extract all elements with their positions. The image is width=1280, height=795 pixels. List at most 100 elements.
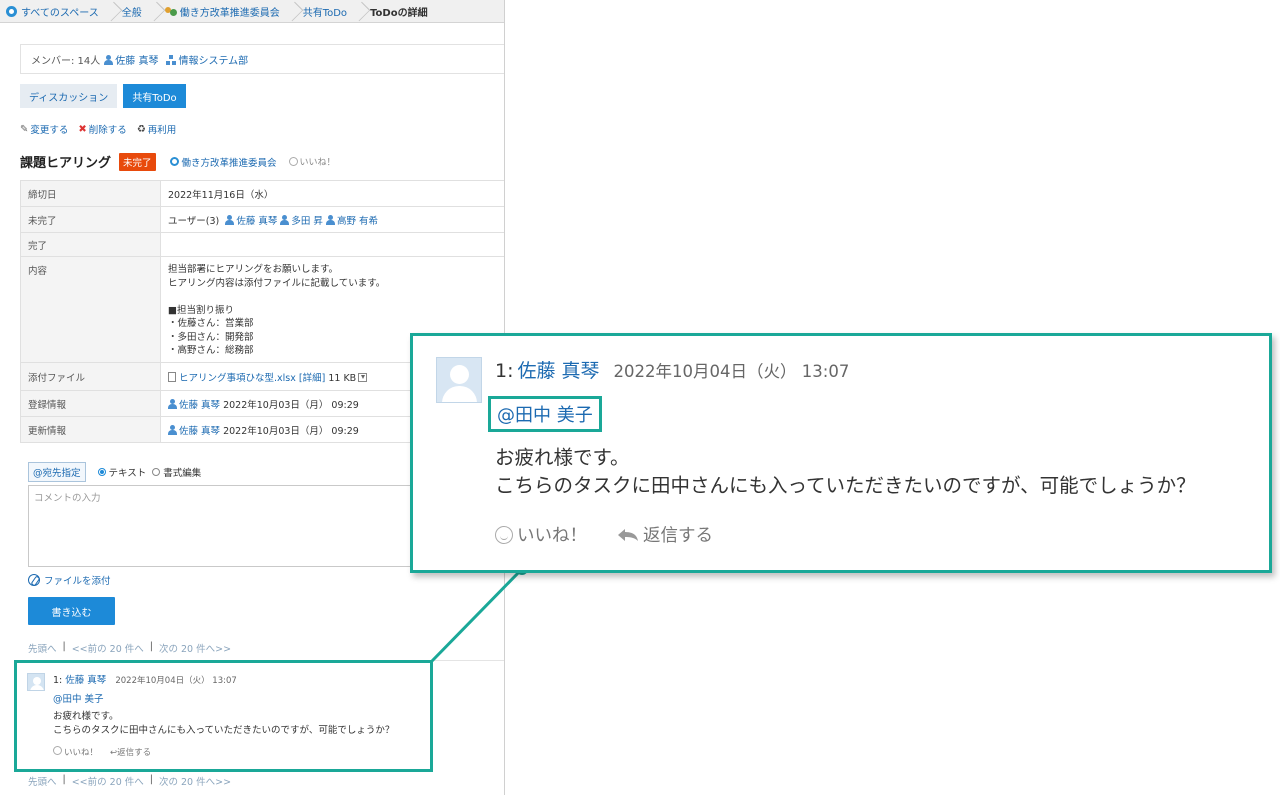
attach-file-link[interactable]: ファイルを添付 [28, 573, 111, 587]
member-user-name: 佐藤 真琴 [115, 55, 159, 67]
member-user-link[interactable]: 佐藤 真琴 [104, 52, 162, 67]
due-label: 締切日 [20, 180, 161, 207]
status-badge: 未完了 [119, 152, 156, 171]
attach-detail-link[interactable]: [詳細] [299, 373, 325, 384]
updated-date: 2022年10月03日（月） 09:29 [223, 425, 359, 437]
members-bar: メンバー: 14人 佐藤 真琴 情報システム部 [20, 44, 504, 74]
members-count: メンバー: 14人 [31, 55, 101, 67]
breadcrumb-all-spaces[interactable]: すべてのスペース [0, 0, 108, 23]
breadcrumb-label: ToDoの詳細 [370, 7, 428, 19]
zoomed-comment-date: 2022年10月04日（火） 13:07 [613, 362, 850, 381]
edit-link[interactable]: ✎ 変更する [20, 122, 69, 137]
todo-title-row: 課題ヒアリング 未完了 働き方改革推進委員会 いいね！ [20, 152, 336, 171]
reply-icon [618, 528, 638, 541]
registered-label: 登録情報 [20, 390, 161, 417]
todo-title: 課題ヒアリング [20, 156, 112, 171]
content-label: 内容 [20, 256, 161, 363]
incomplete-user-name: 多田 昇 [291, 215, 323, 227]
incomplete-user-name: 佐藤 真琴 [236, 215, 278, 227]
like-label: いいね！ [299, 158, 336, 168]
space-link-label: 働き方改革推進委員会 [181, 157, 277, 169]
reuse-link[interactable]: ♻ 再利用 [136, 122, 176, 137]
smile-icon [288, 157, 298, 166]
zoomed-reply-button[interactable]: 返信する [617, 522, 713, 547]
space-tabs: ディスカッション 共有ToDo [20, 84, 186, 108]
table-row: 締切日 2022年11月16日（水） [20, 180, 504, 207]
user-icon [225, 214, 235, 225]
zoomed-like-button[interactable]: いいね！ [517, 522, 587, 547]
incomplete-value: ユーザー(3) 佐藤 真琴 多田 昇 高野 有希 [160, 206, 504, 233]
paperclip-icon [28, 574, 40, 586]
incomplete-user-link[interactable]: 高野 有希 [325, 214, 378, 227]
table-row: 完了 [20, 232, 504, 257]
submit-comment-button[interactable]: 書き込む [28, 597, 115, 625]
pager-first[interactable]: 先頭へ [28, 774, 57, 788]
user-icon [168, 424, 177, 435]
space-icon [169, 157, 179, 166]
registered-user-name: 佐藤 真琴 [179, 399, 221, 411]
attach-file-link[interactable]: ヒアリング事項ひな型.xlsx [179, 373, 296, 384]
delete-label: 削除する [88, 125, 127, 136]
recycle-icon: ♻ [136, 123, 146, 135]
like-button[interactable]: いいね！ [288, 155, 336, 168]
attach-file-label: ファイルを添付 [44, 576, 111, 587]
breadcrumb-label: 共有ToDo [302, 7, 348, 19]
edit-label: 変更する [30, 125, 69, 136]
delete-link[interactable]: ✖ 削除する [78, 122, 127, 137]
space-link[interactable]: 働き方改革推進委員会 [169, 155, 277, 169]
incomplete-label: 未完了 [20, 206, 161, 233]
updated-user-name: 佐藤 真琴 [179, 425, 221, 437]
zoomed-reply-label: 返信する [643, 526, 713, 546]
pager-separator: | [149, 774, 153, 785]
complete-value [160, 232, 504, 257]
chevron-right-icon [289, 0, 297, 23]
registered-date: 2022年10月03日（月） 09:29 [223, 399, 359, 411]
tab-discussion[interactable]: ディスカッション [20, 84, 118, 108]
mode-text-radio[interactable] [97, 468, 106, 476]
pager-first[interactable]: 先頭へ [28, 641, 57, 655]
mode-rich-label: 書式編集 [163, 468, 202, 479]
comment-input[interactable]: コメントの入力 [28, 485, 428, 567]
incomplete-user-link[interactable]: 多田 昇 [280, 214, 323, 227]
pager-next[interactable]: 次の 20 件へ>> [159, 774, 231, 788]
pager-prev[interactable]: <<前の 20 件へ [72, 641, 144, 655]
incomplete-user-name: 高野 有希 [336, 215, 378, 227]
breadcrumb-label: 働き方改革推進委員会 [179, 7, 280, 19]
todo-actions: ✎ 変更する ✖ 削除する ♻ 再利用 [20, 122, 176, 137]
table-row: 未完了 ユーザー(3) 佐藤 真琴 多田 昇 高野 有希 [20, 206, 504, 233]
attach-label: 添付ファイル [20, 362, 161, 391]
chevron-right-icon [356, 0, 364, 23]
pager-bottom: 先頭へ | <<前の 20 件へ | 次の 20 件へ>> [28, 774, 231, 788]
group-icon [164, 6, 177, 17]
pager-top: 先頭へ | <<前の 20 件へ | 次の 20 件へ>> [28, 641, 231, 655]
zoomed-comment-author-link[interactable]: 佐藤 真琴 [518, 356, 600, 383]
zoomed-comment-actions: いいね！ 返信する [495, 522, 713, 547]
tab-shared-todo[interactable]: 共有ToDo [123, 84, 186, 108]
breadcrumb-label: 全般 [121, 7, 142, 19]
mode-text-label: テキスト [108, 468, 147, 479]
smile-icon [495, 525, 513, 544]
updated-label: 更新情報 [20, 416, 161, 443]
chevron-right-icon [108, 0, 116, 23]
zoomed-comment-header: 1: 佐藤 真琴 2022年10月04日（火） 13:07 [495, 356, 849, 383]
pager-next[interactable]: 次の 20 件へ>> [159, 641, 231, 655]
breadcrumb-current: ToDoの詳細 [364, 0, 437, 23]
incomplete-count: ユーザー(3) [168, 215, 220, 227]
mode-rich-radio[interactable] [152, 468, 161, 476]
breadcrumb-space[interactable]: 働き方改革推進委員会 [159, 0, 289, 23]
member-org-link[interactable]: 情報システム部 [166, 52, 252, 67]
org-icon [166, 54, 177, 65]
mention-button[interactable]: @宛先指定 [28, 462, 86, 482]
download-icon[interactable] [358, 372, 368, 382]
zoomed-comment-mention[interactable]: @田中 美子 [488, 396, 602, 432]
zoomed-comment-number: 1: [495, 360, 514, 382]
file-icon [168, 371, 176, 382]
pager-prev[interactable]: <<前の 20 件へ [72, 774, 144, 788]
registered-user-link[interactable]: 佐藤 真琴 [168, 398, 221, 411]
breadcrumb-shared-todo[interactable]: 共有ToDo [297, 0, 356, 23]
incomplete-user-link[interactable]: 佐藤 真琴 [225, 214, 278, 227]
user-icon [104, 54, 114, 65]
updated-user-link[interactable]: 佐藤 真琴 [168, 424, 221, 437]
pencil-icon: ✎ [20, 123, 29, 135]
attach-size: 11 KB [328, 372, 357, 384]
